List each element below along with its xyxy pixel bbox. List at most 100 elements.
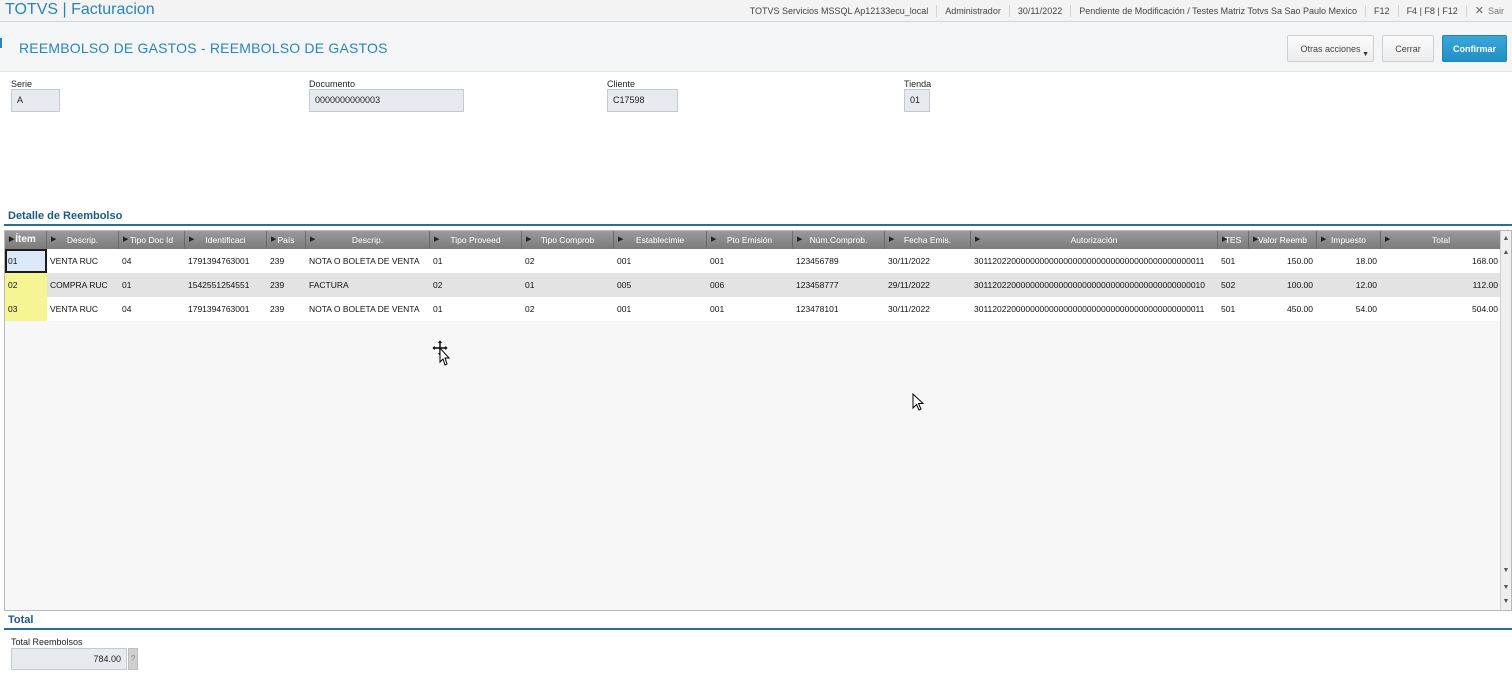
tienda-field[interactable]: 01 [904, 89, 930, 112]
table-cell[interactable]: 01 [119, 273, 185, 297]
table-cell[interactable]: 18.00 [1317, 249, 1381, 273]
table-cell[interactable]: 12.00 [1317, 273, 1381, 297]
table-cell[interactable]: 3011202200000000000000000000000000000000… [971, 297, 1218, 321]
table-cell[interactable]: 03 [5, 297, 47, 321]
table-cell[interactable]: NOTA O BOLETA DE VENTA [306, 249, 430, 273]
close-button[interactable]: Cerrar [1382, 35, 1434, 62]
table-cell[interactable]: 1791394763001 [185, 297, 267, 321]
column-header-10[interactable]: ▶ Núm.Comprob. [793, 231, 885, 249]
table-cell[interactable]: 239 [267, 273, 306, 297]
help-button[interactable]: ? [128, 648, 138, 670]
table-cell[interactable]: 3011202200000000000000000000000000000000… [971, 273, 1218, 297]
other-actions-button[interactable]: Otras acciones ▼ [1287, 35, 1374, 62]
table-cell[interactable]: 3011202200000000000000000000000000000000… [971, 249, 1218, 273]
table-cell[interactable]: FACTURA [306, 273, 430, 297]
scroll-top-icon[interactable]: ▲ [1501, 233, 1511, 245]
column-header-11[interactable]: ▶ Fecha Emis. [885, 231, 971, 249]
table-cell[interactable]: 02 [522, 297, 614, 321]
scroll-down-icon[interactable]: ▼ [1501, 565, 1511, 577]
table-cell[interactable]: 123458777 [793, 273, 885, 297]
vertical-scrollbar[interactable]: ▲ ▲ ▼ ▼ ▼ [1500, 231, 1511, 610]
table-cell[interactable]: 239 [267, 297, 306, 321]
table-cell[interactable]: 006 [707, 273, 793, 297]
table-cell[interactable]: 501 [1218, 297, 1249, 321]
column-header-label: Pto Emisión [726, 235, 773, 245]
table-cell[interactable]: NOTA O BOLETA DE VENTA [306, 297, 430, 321]
column-header-14[interactable]: ▶ Valor Reemb [1249, 231, 1317, 249]
column-header-13[interactable]: ▶ TES [1218, 231, 1249, 249]
environment-info[interactable]: Pendiente de Modificación / Testes Matri… [1071, 5, 1367, 17]
column-header-label: Descrip. [66, 235, 99, 245]
column-header-9[interactable]: ▶ Pto Emisión [707, 231, 793, 249]
table-cell[interactable]: 01 [430, 249, 522, 273]
table-cell[interactable]: 02 [5, 273, 47, 297]
table-row[interactable]: 02 COMPRA RUC 01 1542551254551 239 FACTURA 02 0… [5, 273, 1502, 297]
table-cell[interactable]: 04 [119, 297, 185, 321]
column-header-16[interactable]: ▶ Total [1381, 231, 1502, 249]
cliente-field[interactable]: C17598 [607, 89, 678, 112]
table-cell[interactable]: 502 [1218, 273, 1249, 297]
column-header-12[interactable]: ▶ Autorización [971, 231, 1218, 249]
column-header-0[interactable]: ▶ Ítem [5, 231, 47, 249]
table-cell[interactable]: 112.00 [1381, 273, 1502, 297]
total-section-title: Total [8, 614, 34, 626]
table-cell[interactable]: 29/11/2022 [885, 273, 971, 297]
table-cell[interactable]: 01 [522, 273, 614, 297]
table-cell[interactable]: 54.00 [1317, 297, 1381, 321]
column-header-3[interactable]: ▶ Identificaci [185, 231, 267, 249]
table-cell[interactable]: 30/11/2022 [885, 297, 971, 321]
column-header-7[interactable]: ▶ Tipo Comprob [522, 231, 614, 249]
table-cell[interactable]: 001 [707, 297, 793, 321]
table-cell[interactable]: 02 [522, 249, 614, 273]
triangle-right-icon: ▶ [9, 236, 15, 243]
shortcut-f12[interactable]: F12 [1366, 5, 1399, 17]
table-cell[interactable]: 450.00 [1249, 297, 1317, 321]
table-cell[interactable]: 04 [119, 249, 185, 273]
column-header-8[interactable]: ▶ Establecimie [614, 231, 707, 249]
column-header-5[interactable]: ▶ Descrip. [306, 231, 430, 249]
column-header-4[interactable]: ▶ País [267, 231, 306, 249]
table-cell[interactable]: 001 [614, 297, 707, 321]
table-cell[interactable]: 123456789 [793, 249, 885, 273]
table-cell[interactable]: 001 [707, 249, 793, 273]
table-cell[interactable]: 501 [1218, 249, 1249, 273]
shortcut-keys[interactable]: F4 | F8 | F12 [1399, 5, 1467, 17]
table-row[interactable]: 03 VENTA RUC 04 1791394763001 239 NOTA O BOLE… [5, 297, 1502, 321]
column-header-2[interactable]: ▶ Tipo Doc Id [119, 231, 185, 249]
table-cell[interactable]: 01 [430, 297, 522, 321]
table-cell[interactable]: 005 [614, 273, 707, 297]
table-cell[interactable]: 100.00 [1249, 273, 1317, 297]
column-header-1[interactable]: ▶ Descrip. [47, 231, 119, 249]
table-cell[interactable]: 504.00 [1381, 297, 1502, 321]
exit-button[interactable]: ✕ Sair [1467, 5, 1512, 17]
table-cell[interactable]: 30/11/2022 [885, 249, 971, 273]
table-cell[interactable]: 239 [267, 249, 306, 273]
table-cell[interactable]: VENTA RUC [47, 249, 119, 273]
column-header-15[interactable]: ▶ Impuesto [1317, 231, 1381, 249]
documento-field[interactable]: 0000000000003 [309, 89, 464, 112]
scroll-up-icon[interactable]: ▲ [1501, 247, 1511, 259]
table-cell[interactable]: 02 [430, 273, 522, 297]
table-row[interactable]: 01 VENTA RUC 04 1791394763001 239 NOTA O BOLE… [5, 249, 1502, 273]
reimbursement-grid[interactable]: ▶ Ítem ▶ Descrip. ▶ Tipo Doc Id ▶ Identificaci ▶… [4, 230, 1512, 611]
system-date: 30/11/2022 [1010, 5, 1072, 17]
scroll-page-down-icon[interactable]: ▼ [1501, 582, 1511, 594]
total-reimbursements-field[interactable]: 784.00 [11, 648, 127, 670]
table-cell[interactable]: 1542551254551 [185, 273, 267, 297]
scroll-bottom-icon[interactable]: ▼ [1501, 596, 1511, 608]
documento-label: Documento [309, 79, 356, 89]
table-cell[interactable]: 01 [5, 249, 47, 273]
table-cell[interactable]: 123478101 [793, 297, 885, 321]
table-cell[interactable]: 168.00 [1381, 249, 1502, 273]
grid-header: ▶ Ítem ▶ Descrip. ▶ Tipo Doc Id ▶ Identificaci ▶… [5, 231, 1502, 249]
table-cell[interactable]: COMPRA RUC [47, 273, 119, 297]
table-cell[interactable]: VENTA RUC [47, 297, 119, 321]
table-cell[interactable]: 001 [614, 249, 707, 273]
confirm-button[interactable]: Confirmar [1442, 35, 1507, 62]
serie-field[interactable]: A [11, 89, 60, 112]
detail-section-rule [4, 224, 1512, 226]
table-cell[interactable]: 150.00 [1249, 249, 1317, 273]
user-name[interactable]: Administrador [937, 5, 1010, 17]
column-header-6[interactable]: ▶ Tipo Proveed [430, 231, 522, 249]
table-cell[interactable]: 1791394763001 [185, 249, 267, 273]
